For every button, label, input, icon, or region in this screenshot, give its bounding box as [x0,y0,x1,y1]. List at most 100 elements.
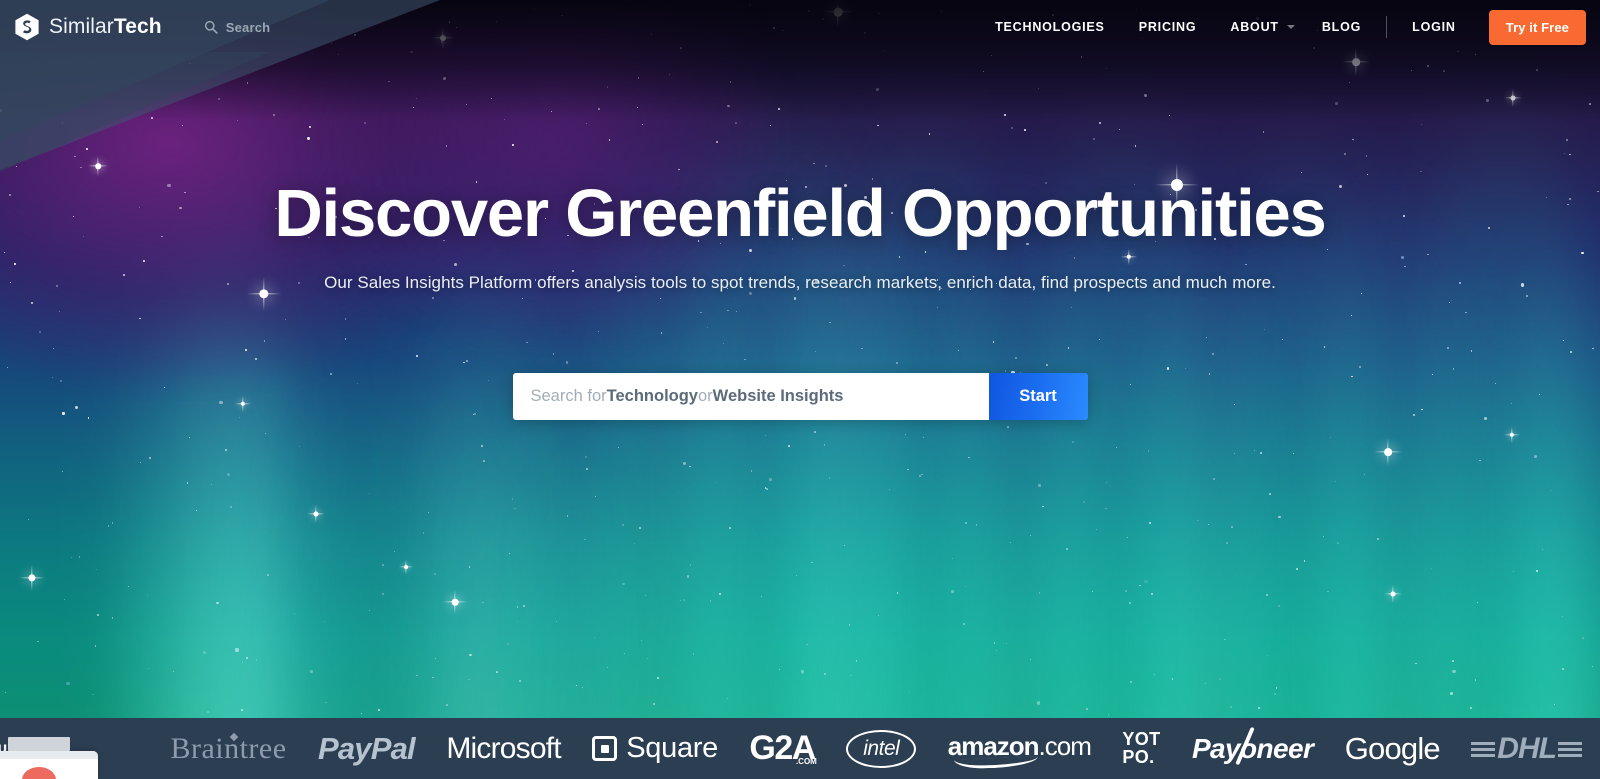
star [1277,515,1281,519]
brand-name-light: Similar [49,15,114,38]
logo-yotpo[interactable]: YOT PO. [1122,730,1160,766]
star [1269,493,1271,495]
chat-widget-overlay[interactable] [0,751,98,779]
star [1148,521,1151,524]
nav-item-technologies[interactable]: TECHNOLOGIES [978,0,1122,54]
search-icon [204,20,218,34]
dhl-bars-right-icon [1557,741,1582,760]
star [1095,529,1097,531]
nav-item-blog[interactable]: BLOG [1305,0,1378,54]
brand-logo[interactable]: SimilarTech [14,13,162,41]
site-header: SimilarTech Search TECHNOLOGIES PRICING AB… [0,0,1600,54]
star [1127,536,1129,538]
logo-square[interactable]: Square [592,732,718,765]
star [1274,693,1276,695]
star [1450,691,1454,695]
star [1171,677,1174,680]
star [729,526,731,529]
star [1550,490,1552,492]
logo-dhl[interactable]: DHL [1471,732,1582,766]
star [975,523,978,526]
star [147,594,149,596]
star [1474,679,1477,682]
star [921,473,923,476]
star [468,566,471,568]
star [241,661,244,663]
star [1154,673,1156,676]
star [186,482,189,484]
hero-search-input[interactable]: Search for Technology or Website Insight… [512,373,989,421]
header-search[interactable]: Search [204,20,271,35]
star [646,658,648,660]
star [519,680,521,682]
star [61,470,64,473]
square-mark-icon [592,736,618,761]
star [511,497,514,500]
logo-paypal[interactable]: PayPal [318,731,416,767]
star [432,676,434,678]
star [1197,519,1199,522]
star [750,470,752,472]
star [468,678,470,680]
logo-braintree[interactable]: Braintree [170,732,286,766]
star [1253,449,1256,452]
logo-microsoft[interactable]: Microsoft [446,732,561,766]
star [1105,507,1107,510]
star [1230,706,1232,708]
logo-intel[interactable]: intel [846,729,917,768]
star [965,522,968,525]
star [267,573,269,576]
nav-item-login[interactable]: LOGIN [1395,0,1473,54]
star [1470,707,1472,710]
star [245,656,248,659]
start-button[interactable]: Start [988,373,1088,421]
star [1452,669,1456,674]
star [855,660,858,663]
star [1554,704,1556,706]
star [480,445,483,448]
logo-amazon[interactable]: amazon.com [948,731,1092,770]
star [1296,568,1298,570]
star [823,672,826,675]
star [968,457,970,459]
star [640,639,642,641]
star [1086,708,1088,710]
star [224,449,227,452]
star [1029,658,1032,660]
star [709,600,712,602]
try-it-free-button[interactable]: Try it Free [1488,9,1586,45]
star [64,599,66,601]
star [904,434,906,436]
star [692,653,695,655]
star [1219,677,1222,680]
star [188,437,190,439]
star [94,644,97,647]
logo-g2a[interactable]: G2A .COM [749,729,816,768]
star [1329,436,1332,439]
star [1430,567,1433,570]
star [617,446,620,449]
star [555,620,558,623]
nav-item-about[interactable]: ABOUT [1213,0,1304,54]
star [964,585,967,588]
star [1260,452,1263,455]
star [1536,570,1538,572]
star [680,600,682,602]
star [235,648,239,652]
star [360,712,362,714]
star [483,460,486,462]
star [1213,478,1215,480]
star [622,582,625,586]
logo-payoneer[interactable]: Payoneer [1192,726,1314,765]
star [446,704,448,706]
star [810,561,813,564]
star [216,602,219,605]
logo-google[interactable]: Google [1345,731,1441,767]
star [507,643,509,645]
star [996,649,998,652]
dhl-bars-left-icon [1471,741,1496,760]
star [585,468,588,471]
star [1041,505,1044,508]
star [293,613,295,615]
nav-item-pricing[interactable]: PRICING [1122,0,1214,54]
